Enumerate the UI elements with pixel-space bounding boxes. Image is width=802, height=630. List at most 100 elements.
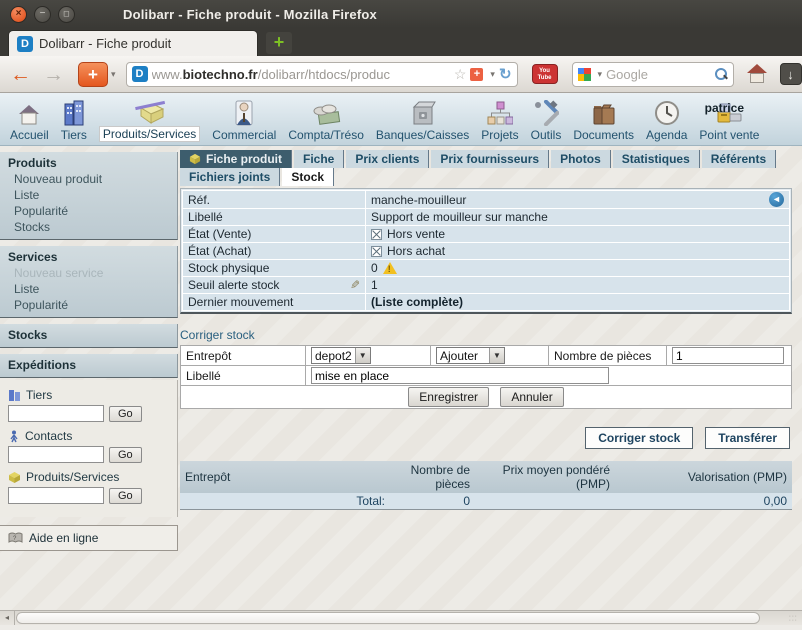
forward-button[interactable]: → xyxy=(43,64,64,85)
search-products-go-button[interactable]: Go xyxy=(109,488,142,504)
tab-fiche-produit[interactable]: Fiche produit xyxy=(180,150,292,168)
sidebar-item-popularite-produits[interactable]: Popularité xyxy=(0,203,177,219)
reload-icon[interactable]: ↻ xyxy=(499,65,512,83)
etat-vente-value: Hors vente xyxy=(387,227,445,241)
sidebar-item-stocks[interactable]: Stocks xyxy=(0,219,177,235)
tab-referents[interactable]: Référents xyxy=(702,150,776,168)
transfer-button[interactable]: Transférer xyxy=(705,427,790,449)
scroll-left-arrow-icon[interactable]: ◂ xyxy=(0,611,15,625)
search-tiers-go-button[interactable]: Go xyxy=(109,406,142,422)
search-icon[interactable] xyxy=(715,68,728,81)
sidebar-block-stocks[interactable]: Stocks xyxy=(0,324,178,348)
home-icon[interactable] xyxy=(746,65,768,83)
tab-fichiers-joints[interactable]: Fichiers joints xyxy=(180,168,280,186)
help-book-icon: ? xyxy=(8,532,23,544)
topmenu-produits-services[interactable]: Produits/Services xyxy=(93,94,206,142)
correct-stock-title: Corriger stock xyxy=(180,328,792,342)
tab-statistiques[interactable]: Statistiques xyxy=(613,150,700,168)
search-contacts-label: Contacts xyxy=(8,427,177,445)
logged-user-name[interactable]: patrice xyxy=(705,101,744,115)
url-text[interactable]: www.biotechno.fr/dolibarr/htdocs/produc xyxy=(152,67,450,82)
minimize-window-icon[interactable]: − xyxy=(34,6,51,23)
tab-prix-fournisseurs[interactable]: Prix fournisseurs xyxy=(431,150,549,168)
maximize-window-icon[interactable]: ◻ xyxy=(58,6,75,23)
sidebar-item-nouveau-produit[interactable]: Nouveau produit xyxy=(0,171,177,187)
download-icon[interactable]: ↓ xyxy=(780,63,802,85)
search-contacts-input[interactable] xyxy=(8,446,104,463)
correct-stock-button[interactable]: Corriger stock xyxy=(585,427,693,449)
edit-pencil-icon[interactable]: ✎ xyxy=(350,278,360,292)
sidebar-item-liste-services[interactable]: Liste xyxy=(0,281,177,297)
row-dernier-mouvement: Dernier mouvement (Liste complète) xyxy=(183,294,790,311)
back-button[interactable]: ← xyxy=(10,64,31,85)
horizontal-scrollbar[interactable]: ◂ ∙∙∙∙∙∙ xyxy=(0,610,802,625)
window-title: Dolibarr - Fiche produit - Mozilla Firef… xyxy=(123,7,377,22)
warning-icon xyxy=(383,262,397,274)
quick-add-button[interactable]: + xyxy=(78,62,108,87)
money-coins-icon xyxy=(311,96,341,126)
search-engine-caret-icon[interactable]: ▾ xyxy=(598,69,603,80)
new-tab-button[interactable]: + xyxy=(266,32,292,54)
libelle-label: Libellé xyxy=(183,209,366,226)
resize-grip-icon[interactable]: ∙∙∙∙∙∙ xyxy=(789,615,799,623)
topmenu-agenda[interactable]: Agenda xyxy=(640,96,693,142)
tab-stock[interactable]: Stock xyxy=(282,168,334,186)
url-bar[interactable]: D www.biotechno.fr/dolibarr/htdocs/produ… xyxy=(126,62,518,87)
quick-add-caret-icon[interactable]: ▾ xyxy=(111,69,116,80)
etat-vente-label: État (Vente) xyxy=(183,226,366,243)
topmenu-projets[interactable]: Projets xyxy=(475,96,524,142)
search-contacts-go-button[interactable]: Go xyxy=(109,447,142,463)
scrollbar-thumb[interactable] xyxy=(16,612,760,624)
quantity-input[interactable] xyxy=(672,347,784,364)
form-libelle-label: Libellé xyxy=(181,366,306,386)
window-titlebar[interactable]: × − ◻ Dolibarr - Fiche produit - Mozilla… xyxy=(0,0,802,28)
row-ref: Réf. manche-mouilleur ◄ xyxy=(183,191,790,209)
disabled-status-icon xyxy=(371,246,382,257)
movement-label-input[interactable] xyxy=(311,367,609,384)
help-online[interactable]: ? Aide en ligne xyxy=(0,525,178,551)
chevron-down-icon: ▼ xyxy=(355,348,370,363)
sidebar-search-area: Tiers Go Contacts Go Produits/Services xyxy=(0,380,178,517)
sidebar-title-expeditions[interactable]: Expéditions xyxy=(0,357,177,373)
tab-fiche[interactable]: Fiche xyxy=(294,150,344,168)
sidebar-title-produits: Produits xyxy=(0,155,177,171)
cancel-button[interactable]: Annuler xyxy=(500,387,563,407)
topmenu-commercial[interactable]: Commercial xyxy=(206,96,282,142)
sidebar-item-liste-produits[interactable]: Liste xyxy=(0,187,177,203)
sidebar-item-popularite-services[interactable]: Popularité xyxy=(0,297,177,313)
stock-by-warehouse-table: Entrepôt Nombre de pièces Prix moyen pon… xyxy=(180,461,792,510)
topmenu-compta[interactable]: Compta/Tréso xyxy=(282,96,370,142)
previous-product-icon[interactable]: ◄ xyxy=(769,192,784,207)
browser-tab[interactable]: D Dolibarr - Fiche produit xyxy=(8,30,258,56)
warehouse-select[interactable]: depot2 ▼ xyxy=(311,347,371,364)
sidebar-block-expeditions[interactable]: Expéditions xyxy=(0,354,178,378)
topmenu-accueil[interactable]: Accueil xyxy=(4,96,55,142)
topmenu-tiers[interactable]: Tiers xyxy=(55,96,93,142)
url-dropdown-caret-icon[interactable]: ▾ xyxy=(490,69,495,80)
youtube-icon[interactable]: You Tube xyxy=(532,64,558,84)
correct-stock-form: Entrepôt depot2 ▼ Ajouter ▼ Nombre de xyxy=(180,345,792,409)
sidebar-title-stocks[interactable]: Stocks xyxy=(0,327,177,343)
tab-photos[interactable]: Photos xyxy=(551,150,611,168)
search-placeholder[interactable]: Google xyxy=(606,67,710,82)
help-online-label[interactable]: Aide en ligne xyxy=(29,531,98,545)
libelle-value: Support de mouilleur sur manche xyxy=(366,209,790,226)
search-products-input[interactable] xyxy=(8,487,104,504)
topmenu-documents[interactable]: Documents xyxy=(567,96,640,142)
tab-prix-clients[interactable]: Prix clients xyxy=(346,150,429,168)
url-plus-icon[interactable]: + xyxy=(470,68,483,81)
seuil-value: 1 xyxy=(366,277,790,294)
bookmark-star-icon[interactable]: ☆ xyxy=(454,66,467,83)
save-button[interactable]: Enregistrer xyxy=(408,387,489,407)
movement-type-select[interactable]: Ajouter ▼ xyxy=(436,347,505,364)
site-favicon-icon: D xyxy=(132,66,148,82)
topmenu-outils[interactable]: Outils xyxy=(525,96,568,142)
ref-label: Réf. xyxy=(183,191,366,209)
liste-complete-link[interactable]: (Liste complète) xyxy=(371,295,463,309)
search-tiers-input[interactable] xyxy=(8,405,104,422)
search-bar[interactable]: ▾ Google xyxy=(572,62,734,87)
topmenu-banques[interactable]: Banques/Caisses xyxy=(370,96,475,142)
home-house-icon xyxy=(16,96,42,126)
close-window-icon[interactable]: × xyxy=(10,6,27,23)
browser-tab-strip: D Dolibarr - Fiche produit + xyxy=(0,28,802,56)
